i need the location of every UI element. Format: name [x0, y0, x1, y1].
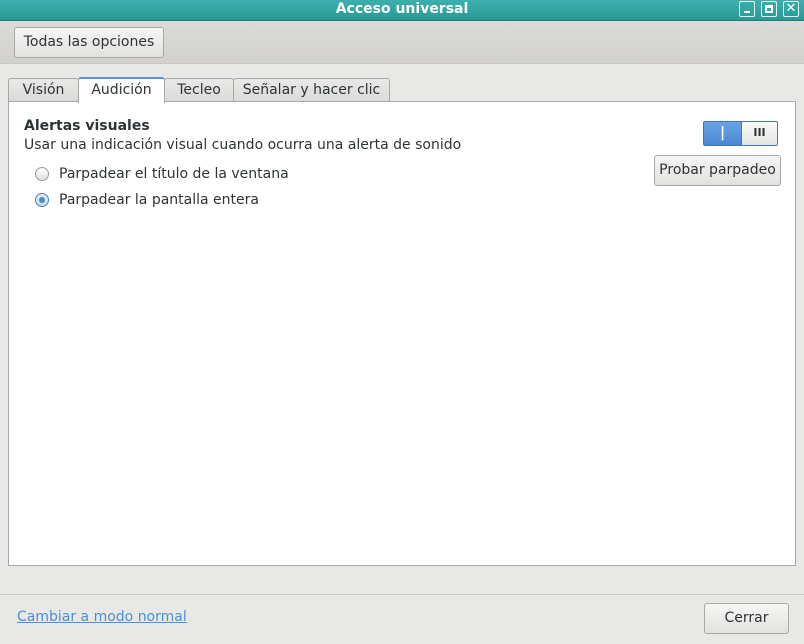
- close-button[interactable]: Cerrar: [704, 603, 789, 634]
- maximize-icon: [762, 2, 776, 16]
- minimize-icon: [740, 2, 754, 16]
- switch-knob[interactable]: III: [741, 122, 777, 145]
- title-bar: Acceso universal ✕: [0, 0, 804, 21]
- visual-alerts-description: Usar una indicación visual cuando ocurra…: [24, 137, 462, 153]
- option-flash-screen[interactable]: Parpadear la pantalla entera: [35, 191, 259, 209]
- switch-on-indicator: |: [704, 122, 741, 145]
- maximize-button[interactable]: [761, 1, 777, 17]
- radio-button[interactable]: [35, 167, 49, 181]
- switch-normal-mode-link[interactable]: Cambiar a modo normal: [17, 609, 187, 625]
- visual-alerts-switch[interactable]: | III: [703, 121, 778, 146]
- tab-audicion[interactable]: Audición: [78, 77, 165, 103]
- radio-button-selected[interactable]: [35, 193, 49, 207]
- close-window-button[interactable]: ✕: [783, 1, 799, 17]
- audicion-panel: Alertas visuales Usar una indicación vis…: [8, 101, 796, 566]
- tab-tecleo[interactable]: Tecleo: [164, 78, 234, 102]
- all-options-button[interactable]: Todas las opciones: [14, 27, 164, 58]
- footer-divider: [0, 594, 804, 595]
- visual-alerts-title: Alertas visuales: [24, 118, 150, 134]
- tab-vision[interactable]: Visión: [8, 78, 79, 102]
- test-flash-button[interactable]: Probar parpadeo: [654, 155, 781, 186]
- tab-senalar[interactable]: Señalar y hacer clic: [233, 78, 390, 102]
- option-flash-title[interactable]: Parpadear el título de la ventana: [35, 165, 289, 183]
- window-title: Acceso universal: [335, 1, 469, 17]
- close-icon: ✕: [785, 1, 797, 16]
- option-label: Parpadear la pantalla entera: [59, 192, 259, 208]
- option-label: Parpadear el título de la ventana: [59, 166, 289, 182]
- minimize-button[interactable]: [739, 1, 755, 17]
